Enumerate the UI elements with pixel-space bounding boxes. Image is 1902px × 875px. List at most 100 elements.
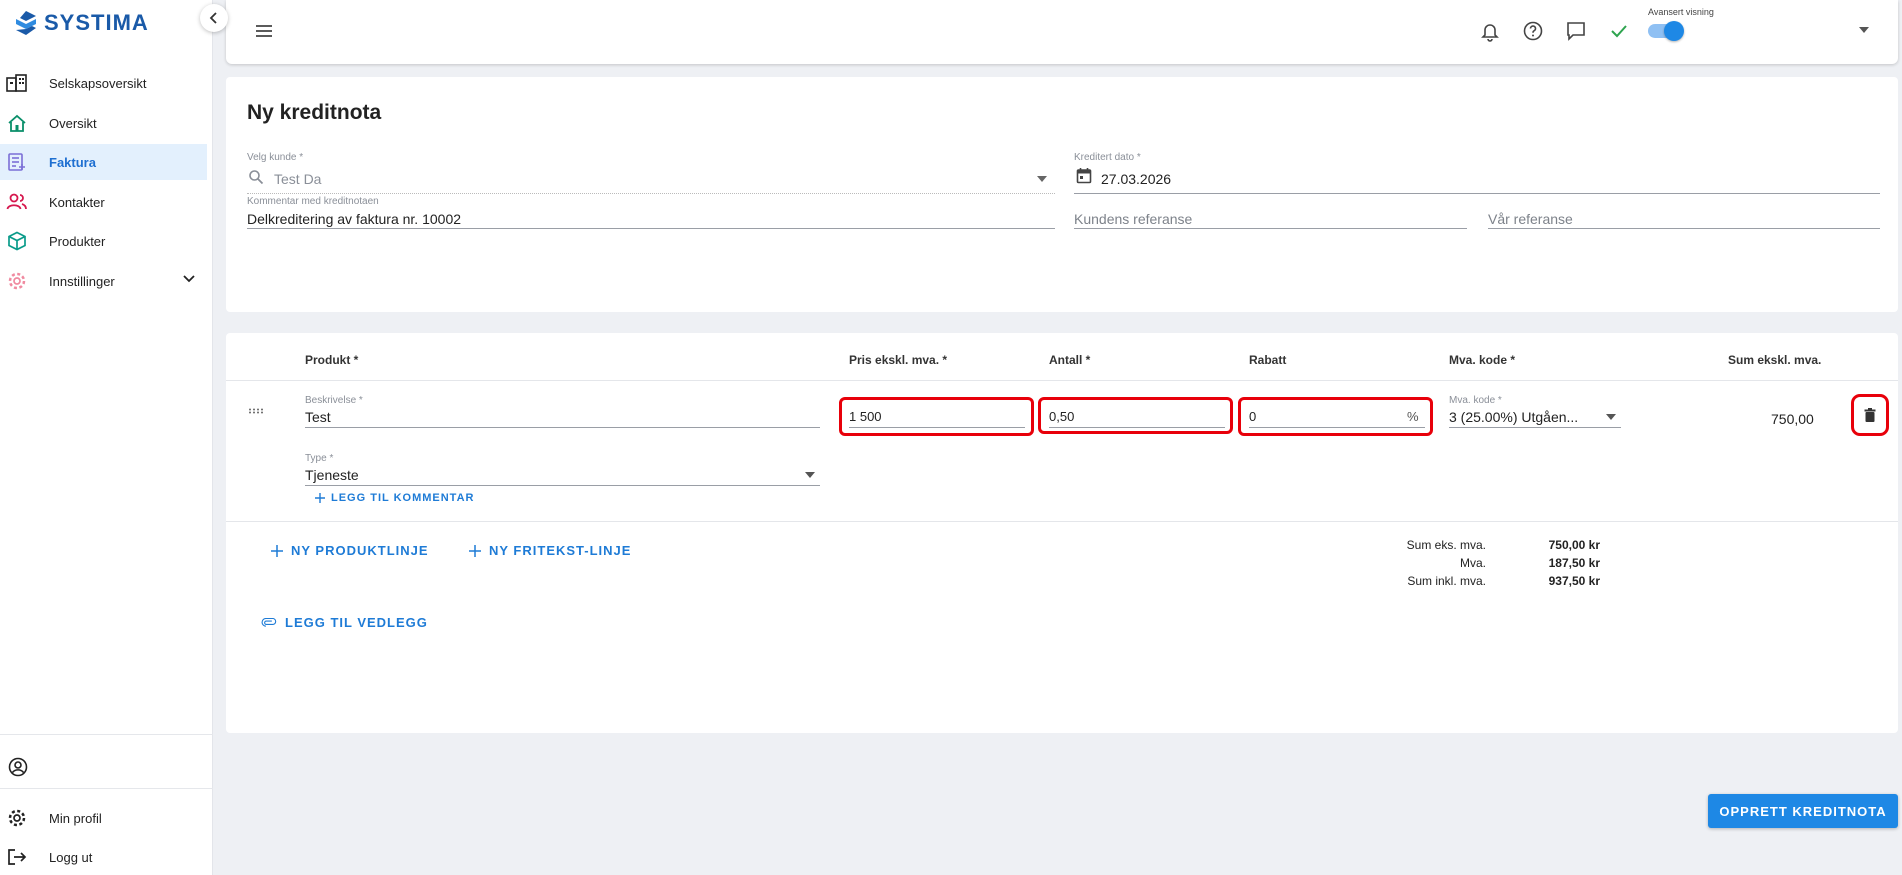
vat-code-label: Mva. kode * <box>1449 395 1502 406</box>
vat-value: 187,50 kr <box>1548 556 1600 570</box>
sidebar-item-logg-ut[interactable]: Logg ut <box>0 839 207 875</box>
line-sum-value: 750,00 <box>1771 411 1814 427</box>
plus-icon <box>271 544 283 557</box>
sidebar-item-label: Min profil <box>49 810 102 826</box>
contacts-icon <box>6 193 27 210</box>
caret-down-icon <box>1606 414 1616 420</box>
total-ex-vat-value: 750,00 kr <box>1548 538 1600 552</box>
trash-icon[interactable] <box>1864 408 1876 422</box>
our-reference-underline <box>1488 228 1880 229</box>
sidebar-item-label: Oversikt <box>49 115 97 131</box>
product-lines-card: Produkt * Pris ekskl. mva. * Antall * Ra… <box>226 333 1898 733</box>
add-freetext-line-label: NY FRITEKST-LINJE <box>489 543 632 558</box>
type-label: Type * <box>305 453 334 464</box>
discount-highlight <box>1238 397 1433 436</box>
calendar-icon[interactable] <box>1076 167 1092 184</box>
gear-icon <box>8 272 26 290</box>
vat-code-value: 3 (25.00%) Utgåen... <box>1449 409 1579 425</box>
total-ex-vat-label: Sum eks. mva. <box>1406 538 1486 552</box>
type-value: Tjeneste <box>305 467 359 483</box>
column-header-vat-code: Mva. kode * <box>1449 353 1516 367</box>
vat-code-underline <box>1449 427 1621 428</box>
sidebar-item-label: Selskapsoversikt <box>49 75 147 91</box>
total-inc-vat-value: 937,50 kr <box>1548 574 1600 588</box>
create-credit-note-button[interactable]: OPPRETT KREDITNOTA <box>1708 794 1898 828</box>
total-inc-vat-label: Sum inkl. mva. <box>1407 574 1486 588</box>
lines-divider <box>226 521 1898 522</box>
add-freetext-line-button[interactable]: NY FRITEKST-LINJE <box>469 543 631 558</box>
comment-label: Kommentar med kreditnotaen <box>247 196 379 207</box>
column-header-product: Produkt * <box>305 353 359 367</box>
customer-underline <box>247 193 1055 194</box>
customer-label: Velg kunde * <box>247 152 304 163</box>
column-header-discount: Rabatt <box>1249 353 1287 367</box>
chevron-down-icon <box>183 275 195 283</box>
comment-underline <box>247 228 1055 229</box>
column-header-sum: Sum ekskl. mva. <box>1728 353 1822 367</box>
add-comment-label: LEGG TIL KOMMENTAR <box>331 492 475 504</box>
customer-reference-underline <box>1074 228 1467 229</box>
add-attachment-button[interactable]: LEGG TIL VEDLEGG <box>261 615 428 630</box>
sidebar-item-oversikt[interactable]: Oversikt <box>0 105 207 141</box>
check-icon[interactable] <box>1608 20 1630 42</box>
comment-value: Delkreditering av faktura nr. 10002 <box>247 211 462 227</box>
chevron-left-icon <box>209 12 217 24</box>
type-underline <box>305 485 820 486</box>
drag-handle-icon[interactable] <box>248 408 266 414</box>
home-icon <box>8 114 26 132</box>
add-comment-button[interactable]: LEGG TIL KOMMENTAR <box>315 492 474 504</box>
gear-icon <box>8 809 26 827</box>
sidebar-item-label: Logg ut <box>49 849 93 865</box>
logout-icon <box>8 849 27 865</box>
bell-icon[interactable] <box>1479 20 1501 42</box>
plus-icon <box>315 493 325 503</box>
sidebar-item-innstillinger[interactable]: Innstillinger <box>0 263 207 299</box>
add-product-line-button[interactable]: NY PRODUKTLINJE <box>271 543 429 558</box>
collapse-sidebar-button[interactable] <box>200 4 228 32</box>
menu-icon[interactable] <box>253 20 275 42</box>
sidebar-item-min-profil[interactable]: Min profil <box>0 800 207 836</box>
sidebar-item-selskapsoversikt[interactable]: Selskapsoversikt <box>0 65 207 101</box>
chat-icon[interactable] <box>1565 20 1587 42</box>
credit-date-value: 27.03.2026 <box>1101 171 1172 187</box>
sidebar-item-faktura[interactable]: Faktura <box>0 144 207 180</box>
description-value: Test <box>305 409 331 425</box>
sidebar-divider <box>0 734 213 735</box>
column-header-quantity: Antall * <box>1049 353 1091 367</box>
plus-icon <box>469 544 481 557</box>
customer-reference-placeholder: Kundens referanse <box>1074 211 1193 227</box>
paperclip-icon <box>261 617 277 627</box>
advanced-view-label: Avansert visning <box>1648 7 1714 17</box>
help-icon[interactable] <box>1522 20 1544 42</box>
building-icon <box>6 74 27 92</box>
sidebar-divider <box>0 788 213 789</box>
customer-value: Test Da <box>274 171 322 187</box>
credit-note-header-card: Ny kreditnota Velg kunde * Test Da Kredi… <box>226 77 1898 312</box>
sidebar-item-produkter[interactable]: Produkter <box>0 223 207 259</box>
create-credit-note-label: OPPRETT KREDITNOTA <box>1719 803 1887 819</box>
sidebar-item-label: Produkter <box>49 233 106 249</box>
description-underline <box>305 427 820 428</box>
caret-down-icon <box>1037 176 1047 182</box>
quantity-highlight <box>1038 397 1233 434</box>
systima-logo-icon <box>16 11 36 35</box>
cube-icon <box>8 231 26 251</box>
advanced-view-toggle[interactable] <box>1648 21 1684 41</box>
column-header-price: Pris ekskl. mva. * <box>849 353 948 367</box>
our-reference-placeholder: Vår referanse <box>1488 211 1573 227</box>
vat-label: Mva. <box>1459 556 1486 570</box>
description-label: Beskrivelse * <box>305 395 363 406</box>
logo-text: SYSTIMA <box>44 10 149 35</box>
credit-date-label: Kreditert dato * <box>1074 152 1141 163</box>
sidebar-item-label: Faktura <box>49 154 96 170</box>
toggle-knob <box>1664 21 1684 41</box>
sidebar: SYSTIMA Selskapsoversikt Oversikt Faktur… <box>0 0 213 875</box>
header-divider <box>226 380 1898 381</box>
caret-down-icon <box>805 472 815 478</box>
caret-down-icon[interactable] <box>1859 27 1869 33</box>
account-circle-icon[interactable] <box>8 757 28 777</box>
add-product-line-label: NY PRODUKTLINJE <box>291 543 429 558</box>
logo[interactable]: SYSTIMA <box>14 10 149 36</box>
sidebar-item-kontakter[interactable]: Kontakter <box>0 184 207 220</box>
invoice-icon <box>8 153 25 171</box>
